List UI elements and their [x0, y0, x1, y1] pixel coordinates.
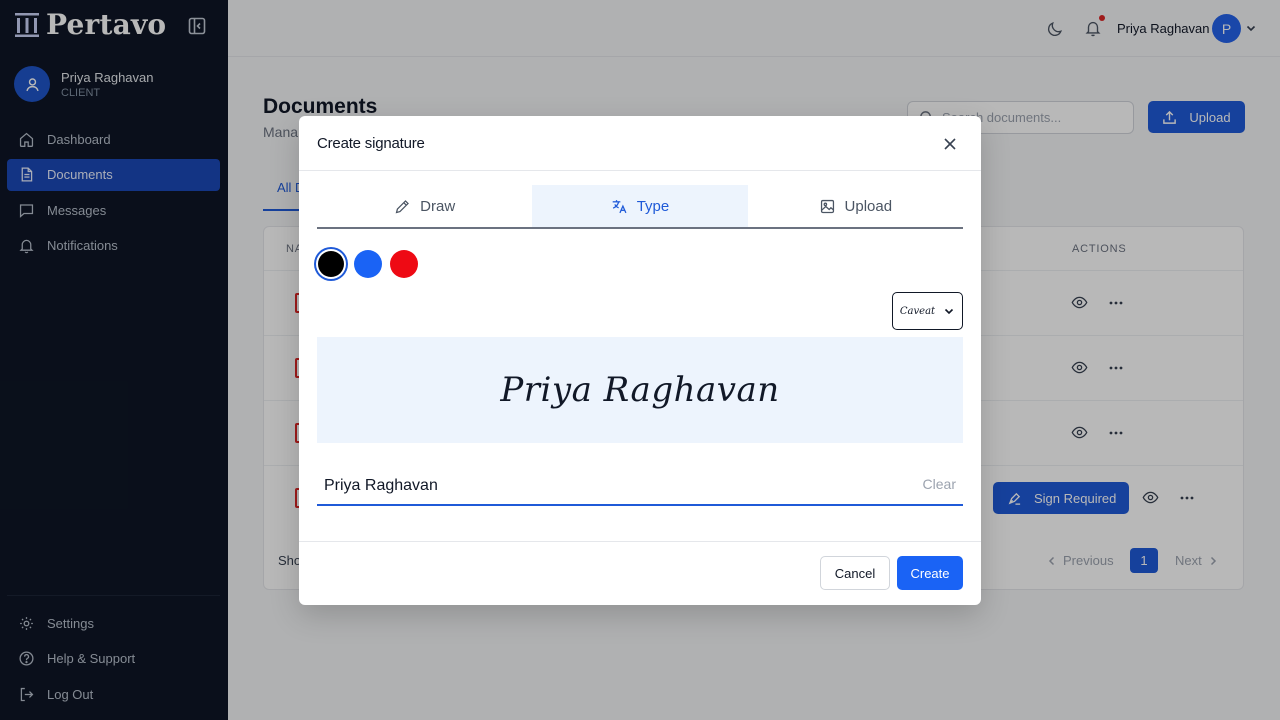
image-icon	[820, 199, 834, 213]
tab-draw-label: Draw	[420, 197, 456, 215]
signature-preview: Priya Raghavan	[317, 337, 963, 443]
cancel-button[interactable]: Cancel	[820, 556, 890, 590]
color-swatch-red[interactable]	[390, 250, 418, 278]
ink-color-picker	[317, 250, 418, 278]
font-select-value: Caveat	[899, 305, 936, 317]
clear-button[interactable]: Clear	[923, 476, 956, 492]
create-button[interactable]: Create	[897, 556, 963, 590]
tab-upload[interactable]: Upload	[748, 185, 963, 227]
signature-name-input[interactable]	[317, 472, 897, 500]
color-swatch-blue[interactable]	[354, 250, 382, 278]
tab-type-label: Type	[636, 197, 670, 215]
tab-upload-label: Upload	[844, 197, 893, 215]
close-icon[interactable]	[942, 136, 958, 152]
dialog-header-divider	[299, 170, 981, 171]
color-swatch-black[interactable]	[318, 251, 344, 277]
pencil-icon	[395, 199, 410, 213]
dialog-footer-divider	[299, 541, 981, 542]
dialog-title: Create signature	[317, 135, 425, 152]
create-signature-dialog: Create signature Draw Type Upload Caveat…	[299, 116, 981, 605]
tab-draw[interactable]: Draw	[317, 185, 532, 227]
translate-icon	[612, 199, 627, 213]
font-select[interactable]: Caveat	[892, 292, 963, 330]
tab-type[interactable]: Type	[532, 185, 748, 227]
chevron-down-icon	[945, 308, 954, 315]
signature-name-field[interactable]: Clear	[317, 468, 963, 506]
signature-mode-tabs: Draw Type Upload	[317, 185, 963, 229]
signature-preview-text: Priya Raghavan	[500, 370, 780, 410]
